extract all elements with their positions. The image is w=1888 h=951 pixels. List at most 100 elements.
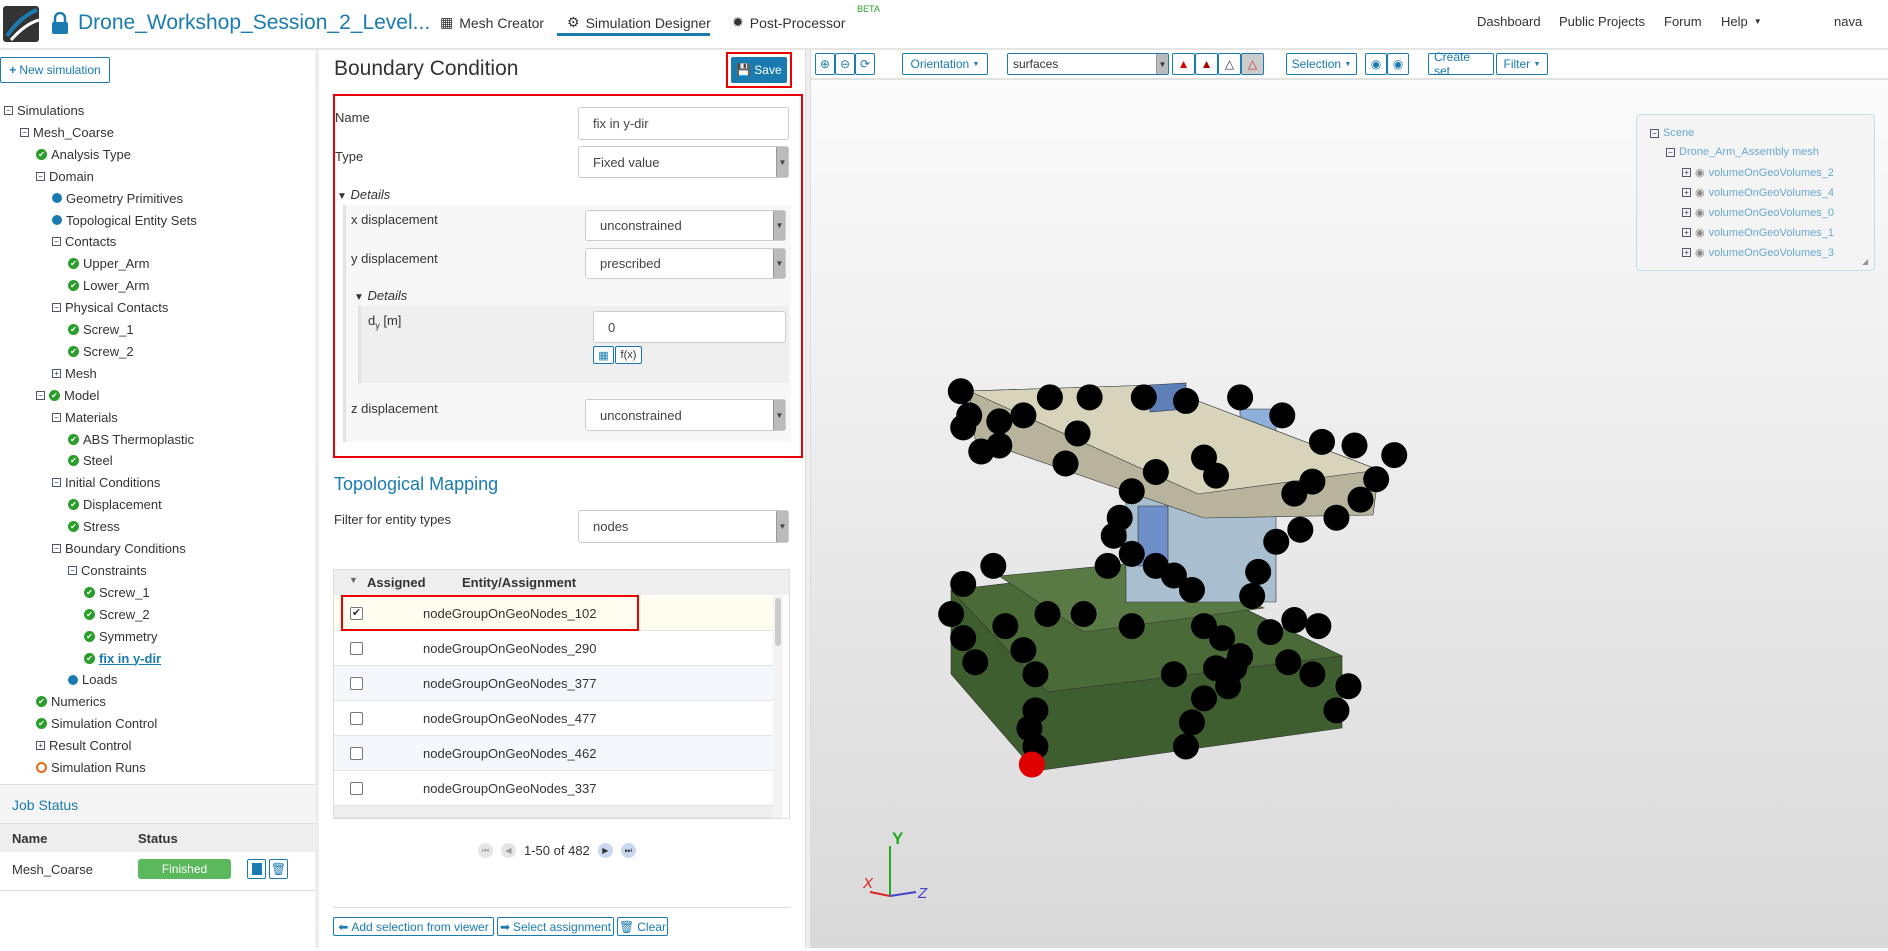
node-marker[interactable] (1118, 613, 1145, 640)
node-marker[interactable] (1172, 733, 1199, 760)
delete-job-button[interactable]: 🗑 (269, 859, 288, 879)
expand-icon[interactable]: + (1682, 208, 1691, 217)
node-marker[interactable] (1239, 582, 1266, 609)
node-marker[interactable] (1036, 384, 1063, 411)
scene-volume[interactable]: + ◉ volumeOnGeoVolumes_3 (1682, 246, 1834, 259)
node-marker[interactable] (1257, 619, 1284, 646)
zoom-in-button[interactable]: ⊕ (815, 53, 835, 75)
tree-item[interactable]: + Mesh (52, 366, 97, 381)
scene-mesh[interactable]: − Drone_Arm_Assembly mesh (1666, 146, 1819, 158)
tree-item[interactable]: ✔ Displacement (68, 497, 162, 512)
table-row[interactable]: nodeGroupOnGeoNodes_477 (334, 701, 773, 736)
zoom-out-button[interactable]: ⊖ (835, 53, 855, 75)
tree-item[interactable]: ✔ Simulation Control (36, 716, 157, 731)
node-marker[interactable] (1070, 601, 1097, 628)
nav-dashboard[interactable]: Dashboard (1477, 14, 1541, 29)
last-page-icon[interactable]: ⏭ (620, 843, 636, 858)
expand-icon[interactable]: + (1682, 248, 1691, 257)
tree-item[interactable]: ✔ Stress (68, 519, 120, 534)
expand-icon[interactable]: + (52, 368, 61, 378)
table-input-button[interactable]: ▦ (593, 346, 614, 364)
collapse-icon[interactable]: − (52, 478, 61, 488)
node-marker[interactable] (1335, 673, 1362, 700)
tree-item[interactable]: Simulation Runs (36, 760, 146, 775)
collapse-icon[interactable]: − (20, 127, 29, 137)
tree-item[interactable]: ✔ Steel (68, 453, 113, 468)
selection-dropdown[interactable]: Selection ▼ (1286, 53, 1357, 75)
resize-grip-icon[interactable]: ◢ (1862, 257, 1868, 266)
node-marker[interactable] (968, 438, 995, 465)
tree-item[interactable]: ✔ Numerics (36, 694, 106, 709)
collapse-icon[interactable]: − (52, 544, 61, 553)
node-marker[interactable] (1281, 607, 1308, 634)
show-button[interactable]: ◉ (1387, 53, 1409, 75)
save-button[interactable]: 💾 Save (731, 57, 787, 83)
node-marker[interactable] (1341, 432, 1368, 459)
create-set-button[interactable]: Create set (1428, 50, 1494, 78)
assigned-checkbox[interactable] (350, 641, 363, 655)
node-marker[interactable] (1064, 420, 1091, 447)
new-simulation-button[interactable]: + New simulation (0, 57, 110, 83)
collapse-icon[interactable]: − (4, 106, 13, 115)
tree-item[interactable]: − ✔ Model (36, 388, 99, 403)
first-page-icon[interactable]: ⏮ (478, 843, 493, 858)
collapse-icon[interactable]: − (52, 237, 61, 247)
dy-input[interactable]: 0 (593, 311, 786, 343)
node-marker[interactable] (1281, 480, 1308, 507)
node-marker[interactable] (1178, 576, 1205, 603)
node-marker[interactable] (1323, 697, 1350, 724)
clear-button[interactable]: 🗑 Clear (617, 917, 668, 936)
node-marker[interactable] (1118, 478, 1145, 505)
sort-icon[interactable]: ▼ (349, 575, 358, 585)
collapse-icon[interactable]: − (36, 171, 45, 181)
scene-volume[interactable]: + ◉ volumeOnGeoVolumes_4 (1682, 186, 1834, 199)
node-marker[interactable] (1323, 504, 1350, 531)
node-marker[interactable] (1263, 528, 1290, 555)
node-marker[interactable] (1245, 558, 1272, 585)
col-entity[interactable]: Entity/Assignment (462, 575, 576, 590)
eye-icon[interactable]: ◉ (1695, 226, 1705, 239)
node-marker[interactable] (1142, 458, 1169, 485)
user-menu[interactable]: nava (1834, 14, 1862, 29)
scene-volume[interactable]: + ◉ volumeOnGeoVolumes_0 (1682, 206, 1834, 219)
scene-volume[interactable]: + ◉ volumeOnGeoVolumes_2 (1682, 166, 1834, 179)
tree-item[interactable]: − Simulations (4, 103, 84, 118)
tree-item[interactable]: − Mesh_Coarse (20, 125, 114, 140)
node-marker[interactable] (1010, 402, 1037, 429)
col-assigned[interactable]: Assigned (367, 575, 426, 590)
tree-item[interactable]: Topological Entity Sets (52, 213, 197, 228)
eye-icon[interactable]: ◉ (1695, 246, 1705, 259)
inner-details-toggle[interactable]: ▼ Details (354, 288, 407, 303)
expand-icon[interactable]: + (1682, 188, 1691, 197)
node-marker[interactable] (1269, 402, 1296, 429)
render-mode-select[interactable]: surfaces ▼ (1007, 53, 1169, 75)
z-displacement-select[interactable]: unconstrained ▼ (585, 399, 786, 431)
tree-item[interactable]: ✔ Screw_1 (84, 585, 150, 600)
expand-icon[interactable]: + (1682, 228, 1691, 237)
eye-icon[interactable]: ◉ (1695, 206, 1705, 219)
node-marker[interactable] (1178, 709, 1205, 736)
tree-item[interactable]: ✔ Screw_2 (68, 344, 134, 359)
y-displacement-select[interactable]: prescribed ▼ (585, 248, 786, 279)
prev-page-icon[interactable]: ◀ (501, 843, 516, 858)
tree-item[interactable]: ✔ Screw_1 (68, 322, 134, 337)
select-assignment-button[interactable]: ➡ Select assignment (497, 917, 614, 936)
node-marker[interactable] (1118, 540, 1145, 567)
scene-root[interactable]: − Scene (1650, 127, 1694, 139)
app-logo[interactable] (3, 6, 39, 42)
reset-view-button[interactable]: ⟳ (855, 53, 875, 75)
assigned-checkbox[interactable] (350, 746, 363, 760)
node-marker[interactable] (1275, 649, 1302, 676)
node-marker[interactable] (1094, 552, 1121, 579)
tab-post-processor[interactable]: ✹ Post-Processor (732, 14, 845, 31)
collapse-icon[interactable]: − (1666, 147, 1675, 157)
tree-item[interactable]: − Physical Contacts (52, 300, 168, 315)
table-row[interactable]: nodeGroupOnGeoNodes_462 (334, 736, 773, 771)
node-marker[interactable] (992, 613, 1019, 640)
type-select[interactable]: Fixed value ▼ (578, 146, 789, 178)
hide-button[interactable]: ◉ (1365, 53, 1387, 75)
tree-item[interactable]: ✔ ABS Thermoplastic (68, 432, 194, 447)
node-marker[interactable] (938, 601, 965, 628)
node-marker[interactable] (1305, 613, 1332, 640)
collapse-icon[interactable]: − (36, 390, 45, 400)
